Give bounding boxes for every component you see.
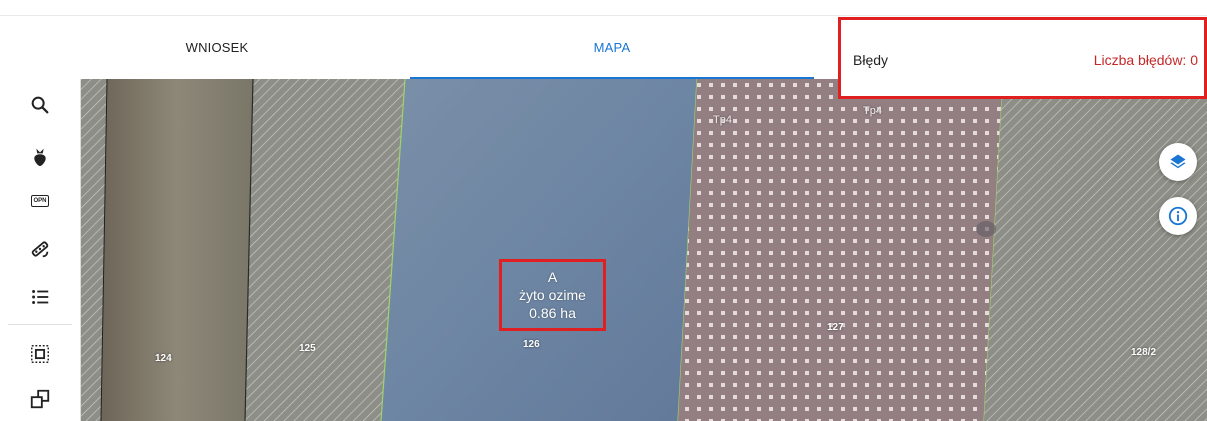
layers-button[interactable] (1159, 143, 1197, 181)
plant-icon (34, 148, 46, 167)
parcel-label-126: 126 (523, 339, 540, 350)
toolbar-divider (8, 324, 72, 325)
clone-icon (30, 389, 50, 409)
map-canvas (81, 79, 1207, 421)
select-area-button[interactable] (28, 342, 52, 366)
parcel-128-2[interactable] (984, 79, 1207, 421)
info-icon (1168, 206, 1188, 226)
list-icon (32, 290, 49, 304)
search-icon (31, 96, 49, 114)
errors-panel[interactable]: Błędy Liczba błędów: 0 (838, 17, 1207, 99)
measure-button[interactable] (28, 237, 52, 261)
parcel-127[interactable] (678, 79, 1003, 421)
errors-title: Błędy (853, 52, 889, 68)
parcel-label-125: 125 (299, 343, 316, 354)
opn-button[interactable]: OPN (28, 189, 52, 213)
parcel-124[interactable] (101, 79, 253, 421)
search-button[interactable] (28, 93, 52, 117)
parcel-label-124: 124 (155, 353, 172, 364)
tab-mapa[interactable]: MAPA (410, 16, 814, 79)
info-button[interactable] (1159, 197, 1197, 235)
parcel-label-127: 127 (827, 322, 844, 333)
crop-name: żyto ozime (519, 287, 586, 303)
tab-wniosek[interactable]: WNIOSEK (82, 16, 352, 79)
selected-crop-label[interactable]: A żyto ozime 0.86 ha (499, 259, 606, 331)
measure-icon (31, 241, 49, 258)
errors-count: Liczba błędów: 0 (1093, 52, 1198, 68)
area-label-tp4-left: Tp4 (713, 114, 732, 126)
plant-button[interactable] (28, 145, 52, 169)
crop-code: A (547, 269, 558, 285)
select-area-icon (31, 345, 49, 363)
map-view[interactable]: 124 125 126 127 128/2 Tp4 Tp4 A żyto ozi… (81, 79, 1207, 421)
map-toolbar: OPN (0, 79, 81, 421)
parcel-label-128-2: 128/2 (1131, 347, 1157, 358)
area-label-tp4-right: Tp4 (863, 105, 882, 117)
crop-area: 0.86 ha (529, 305, 576, 321)
parcel-126[interactable] (381, 79, 697, 421)
layers-icon (1170, 154, 1186, 169)
list-button[interactable] (28, 285, 52, 309)
window-top-strip (0, 0, 1207, 16)
opn-icon: OPN (31, 195, 49, 207)
tab-bar: WNIOSEK MAPA (0, 16, 820, 79)
clone-button[interactable] (28, 387, 52, 411)
parcel-125[interactable] (245, 79, 405, 421)
